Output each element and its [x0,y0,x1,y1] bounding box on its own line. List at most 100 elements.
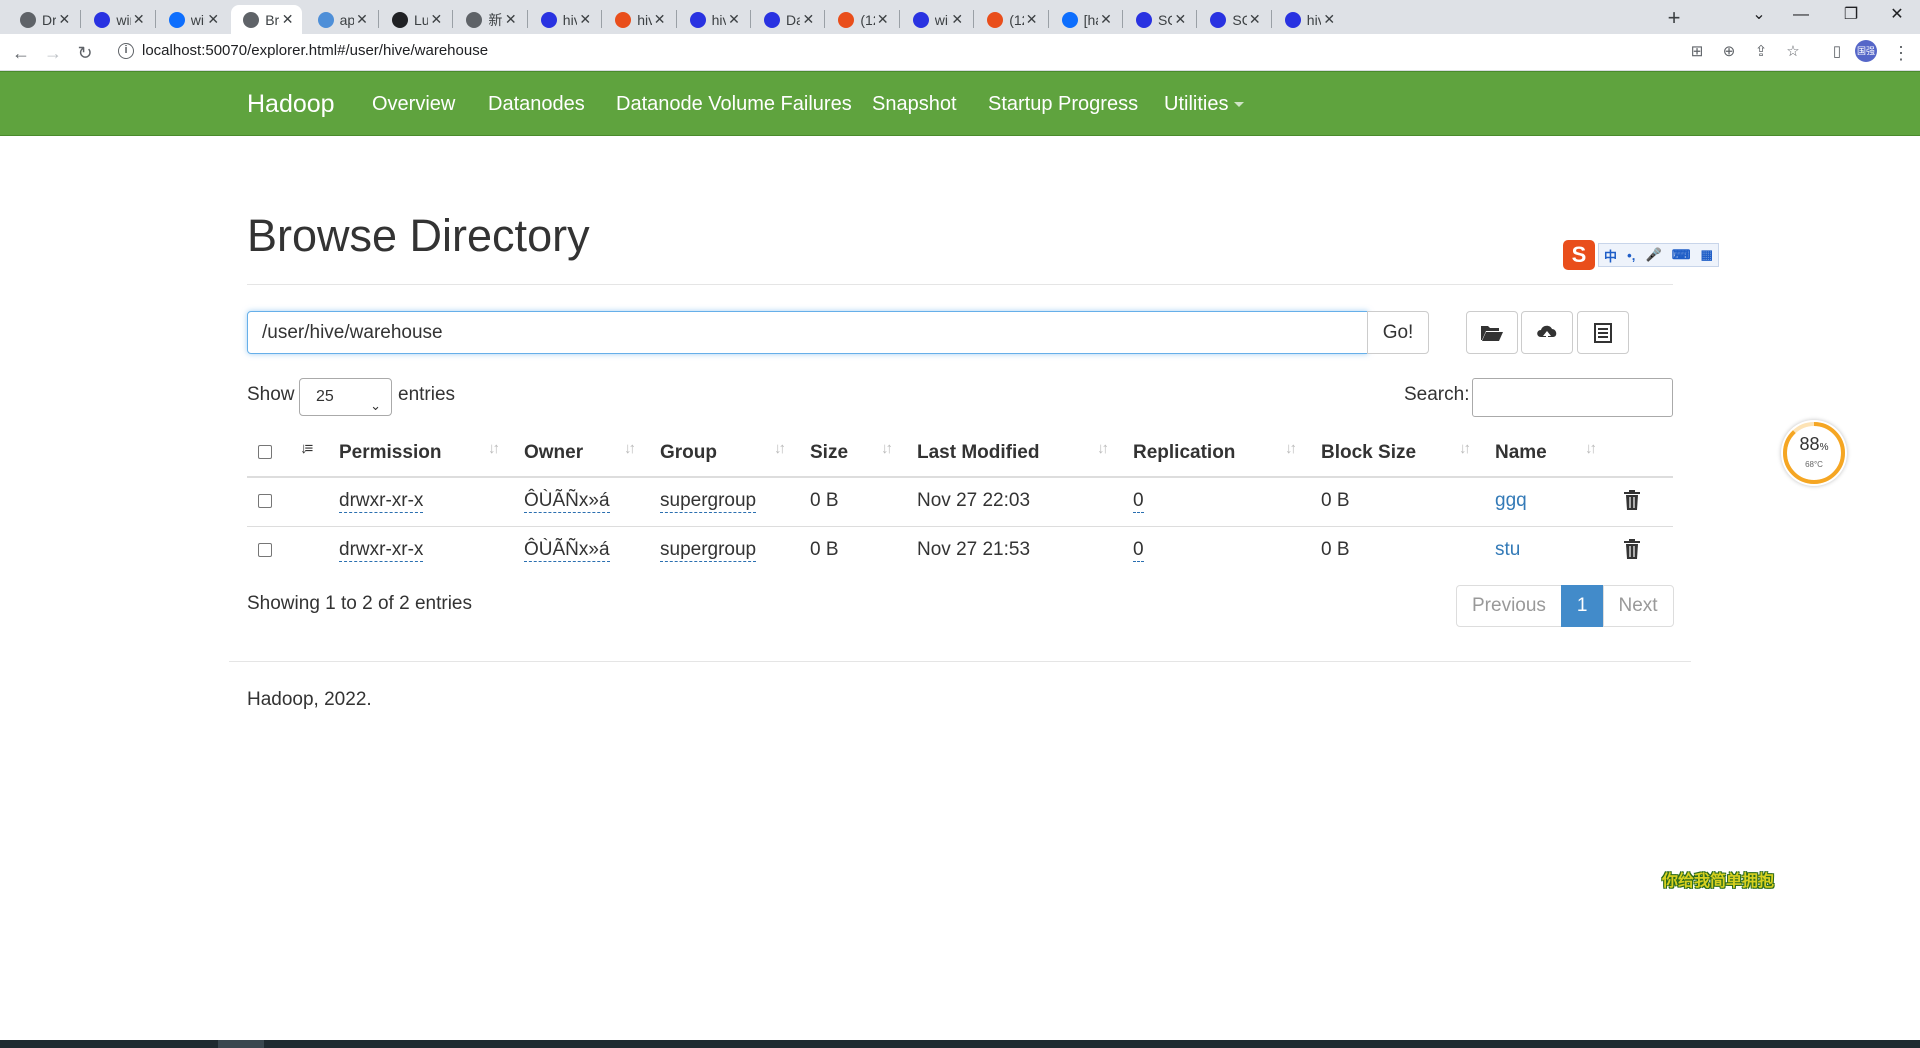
browser-tab[interactable]: (126✕ [975,5,1045,34]
column-header-permission[interactable]: Permission [339,442,441,464]
close-tab-icon[interactable]: ✕ [428,11,444,28]
close-tab-icon[interactable]: ✕ [1247,11,1263,28]
browser-tab[interactable]: hive✕ [529,5,599,34]
browser-tab[interactable]: wind✕ [82,5,152,34]
close-tab-icon[interactable]: ✕ [205,11,221,28]
upload-files-button[interactable] [1521,311,1573,354]
nav-overview[interactable]: Overview [372,93,455,116]
browser-tab[interactable]: Data✕ [752,5,822,34]
cut-paste-button[interactable] [1577,311,1629,354]
column-header-group[interactable]: Group [660,442,717,464]
nav-startup-progress[interactable]: Startup Progress [988,93,1138,116]
share-icon[interactable]: ⇪ [1750,42,1772,64]
performance-gauge[interactable]: 88% 68°C [1781,420,1847,486]
directory-path-input[interactable]: /user/hive/warehouse [247,311,1368,354]
row-replication[interactable]: 0 [1133,490,1144,513]
sogou-logo-icon[interactable]: S [1563,240,1595,270]
nav-snapshot[interactable]: Snapshot [872,93,957,116]
column-header-last-modified[interactable]: Last Modified [917,442,1039,464]
grid-icon[interactable]: ▦ [1701,247,1713,263]
address-url[interactable]: localhost:50070/explorer.html#/user/hive… [142,42,488,59]
new-tab-button[interactable]: + [1660,5,1688,33]
row-permission[interactable]: drwxr-xr-x [339,490,424,513]
close-tab-icon[interactable]: ✕ [1098,11,1114,28]
close-tab-icon[interactable]: ✕ [1024,11,1040,28]
column-header-block-size[interactable]: Block Size [1321,442,1416,464]
pagination-page-1[interactable]: 1 [1560,585,1604,627]
browser-tab[interactable]: hive✕ [1273,5,1343,34]
browser-tab[interactable]: [had✕ [1050,5,1120,34]
close-tab-icon[interactable]: ✕ [503,11,519,28]
browser-tab[interactable]: (126✕ [826,5,896,34]
close-tab-icon[interactable]: ✕ [577,11,593,28]
taskbar-item[interactable] [218,1040,264,1048]
row-name-link[interactable]: stu [1495,539,1520,561]
tab-search-icon[interactable]: ⌄ [1736,0,1782,34]
row-owner[interactable]: ÔÙÃÑx»á [524,490,610,513]
forward-icon[interactable]: → [40,40,66,66]
sort-icon[interactable]: ↓↑ [624,440,636,457]
browser-tab[interactable]: hive✕ [603,5,673,34]
search-input[interactable] [1472,378,1673,417]
translate-icon[interactable]: ⊞ [1686,42,1708,64]
close-tab-icon[interactable]: ✕ [1321,11,1337,28]
trash-icon[interactable] [1623,490,1641,510]
browser-tab[interactable]: wind✕ [901,5,971,34]
sort-icon[interactable]: ↓↑ [1585,440,1597,457]
sort-icon[interactable]: ↓↑ [1097,440,1109,457]
side-panel-icon[interactable]: ▯ [1826,42,1848,64]
sort-active-icon[interactable]: ↓≡ [300,440,313,457]
ime-toolbar[interactable]: S 中 •, 🎤 ⌨ ▦ [1563,240,1719,270]
keyboard-icon[interactable]: ⌨ [1672,247,1691,263]
browser-tab[interactable]: wind✕ [157,5,227,34]
row-owner[interactable]: ÔÙÃÑx»á [524,539,610,562]
row-group[interactable]: supergroup [660,539,757,562]
bookmark-star-icon[interactable]: ☆ [1782,42,1804,64]
row-checkbox[interactable] [258,543,272,557]
navbar-brand[interactable]: Hadoop [247,90,335,119]
minimize-button[interactable]: — [1778,0,1824,34]
microphone-icon[interactable]: 🎤 [1645,247,1661,263]
close-tab-icon[interactable]: ✕ [354,11,370,28]
browser-tab[interactable]: 新标✕ [454,5,524,34]
back-icon[interactable]: ← [8,40,34,66]
column-header-replication[interactable]: Replication [1133,442,1235,464]
sort-icon[interactable]: ↓↑ [1285,440,1297,457]
close-tab-icon[interactable]: ✕ [875,11,891,28]
restore-button[interactable]: ❐ [1828,0,1874,34]
column-header-size[interactable]: Size [810,442,848,464]
row-permission[interactable]: drwxr-xr-x [339,539,424,562]
close-tab-icon[interactable]: ✕ [652,11,668,28]
page-size-select[interactable]: 25 ⌄ [299,378,392,416]
row-name-link[interactable]: ggq [1495,490,1527,512]
go-button[interactable]: Go! [1367,311,1429,354]
browser-tab[interactable]: SQLy✕ [1124,5,1194,34]
close-tab-icon[interactable]: ✕ [949,11,965,28]
close-tab-icon[interactable]: ✕ [800,11,816,28]
pagination-next[interactable]: Next [1602,585,1674,627]
menu-kebab-icon[interactable]: ⋮ [1888,40,1914,66]
close-tab-icon[interactable]: ✕ [131,11,147,28]
column-header-name[interactable]: Name [1495,442,1547,464]
sort-icon[interactable]: ↓↑ [488,440,500,457]
reload-icon[interactable]: ↻ [72,40,98,66]
nav-datanode-volume-failures[interactable]: Datanode Volume Failures [616,93,852,116]
pagination-previous[interactable]: Previous [1456,585,1562,627]
close-tab-icon[interactable]: ✕ [1172,11,1188,28]
ime-options[interactable]: 中 •, 🎤 ⌨ ▦ [1598,243,1719,267]
browser-tab[interactable]: SQLy✕ [1198,5,1268,34]
browser-tab[interactable]: apac✕ [306,5,376,34]
trash-icon[interactable] [1623,539,1641,559]
site-info-icon[interactable]: i [118,43,134,59]
nav-utilities[interactable]: Utilities [1164,93,1245,116]
browser-tab[interactable]: hive✕ [678,5,748,34]
sort-icon[interactable]: ↓↑ [1459,440,1471,457]
ime-punct-icon[interactable]: •, [1627,248,1635,263]
close-window-button[interactable]: ✕ [1874,0,1920,34]
row-replication[interactable]: 0 [1133,539,1144,562]
profile-avatar[interactable]: 国强 [1855,40,1877,62]
row-group[interactable]: supergroup [660,490,757,513]
browser-tab[interactable]: Luck✕ [380,5,450,34]
create-directory-button[interactable] [1466,311,1518,354]
close-tab-icon[interactable]: ✕ [726,11,742,28]
